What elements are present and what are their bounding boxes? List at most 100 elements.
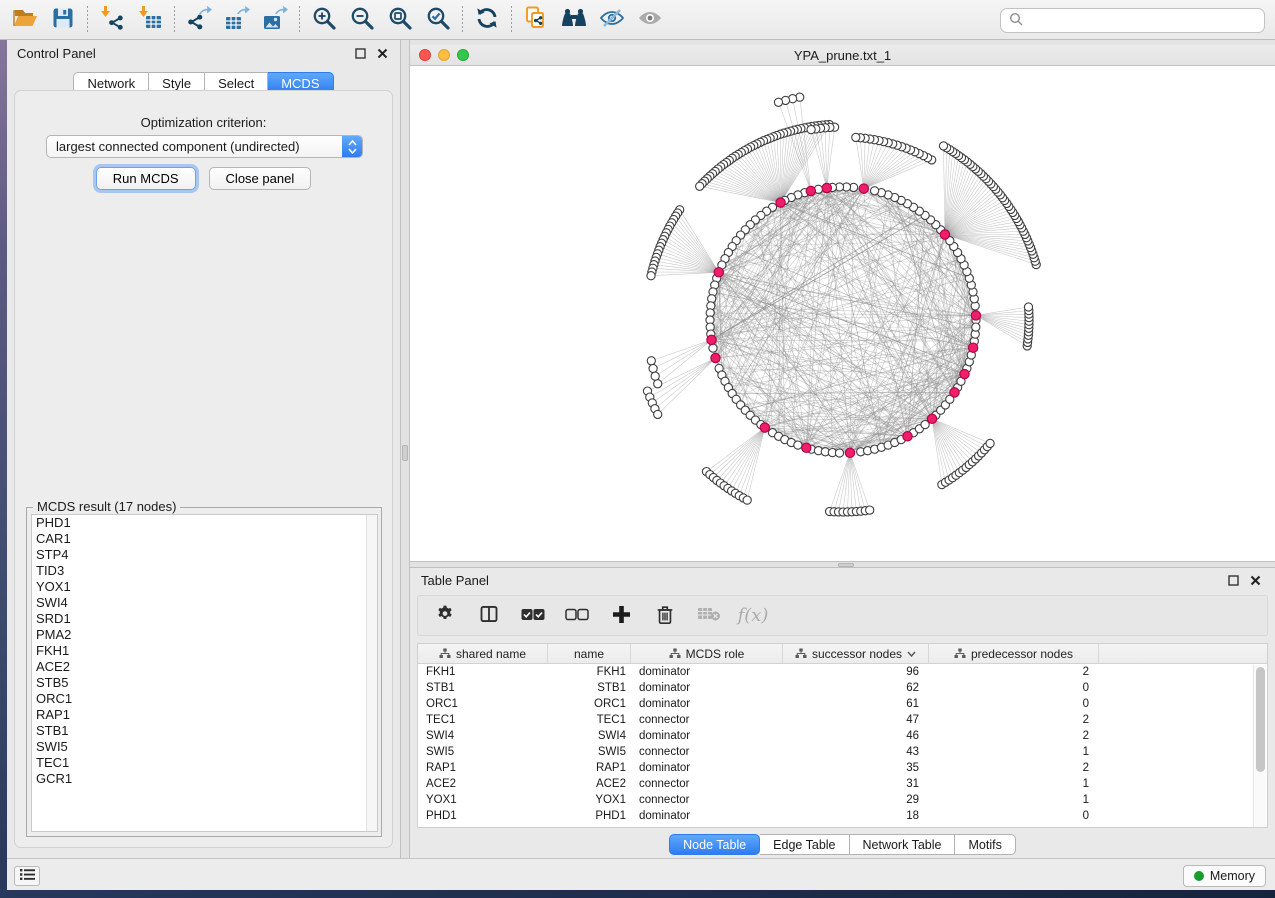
deselect-all-button[interactable] [562, 601, 592, 631]
splitter-grip[interactable] [838, 563, 854, 567]
vertical-splitter[interactable] [400, 40, 410, 858]
tab-node-table[interactable]: Node Table [669, 834, 760, 855]
table-row[interactable]: ORC1ORC1dominator610 [418, 696, 1267, 712]
column-header-successor-nodes[interactable]: successor nodes [783, 644, 929, 663]
dropdown-stepper-icon [342, 136, 362, 157]
network-canvas[interactable] [410, 66, 1275, 561]
table-header-row: shared name name MCDS role successor nod… [418, 644, 1267, 664]
desktop-wallpaper: Control Panel Network Style Select MCDS … [0, 0, 1275, 898]
list-item[interactable]: STB5 [32, 675, 377, 691]
list-item[interactable]: STB1 [32, 723, 377, 739]
select-all-button[interactable] [518, 601, 548, 631]
table-delete-icon [697, 606, 721, 625]
column-header-mcds-role[interactable]: MCDS role [631, 644, 783, 663]
import-network-button[interactable] [93, 4, 131, 36]
list-item[interactable]: FKH1 [32, 643, 377, 659]
export-image-button[interactable] [256, 4, 294, 36]
export-table-button[interactable] [218, 4, 256, 36]
list-item[interactable]: SWI4 [32, 595, 377, 611]
optimization-criterion-dropdown[interactable]: largest connected component (undirected) [46, 135, 363, 158]
table-panel: Table Panel f(x) shared name name [410, 568, 1275, 858]
list-item[interactable]: CAR1 [32, 531, 377, 547]
list-item[interactable]: TEC1 [32, 755, 377, 771]
scrollbar-thumb[interactable] [1256, 667, 1265, 772]
search-field[interactable] [1000, 8, 1265, 33]
close-panel-icon[interactable] [374, 45, 390, 61]
column-header-predecessor-nodes[interactable]: predecessor nodes [929, 644, 1099, 663]
table-panel-title: Table Panel [421, 573, 489, 588]
table-row[interactable]: PHD1PHD1dominator180 [418, 808, 1267, 824]
list-item[interactable]: YOX1 [32, 579, 377, 595]
table-settings-button[interactable] [430, 601, 460, 631]
table-row[interactable]: TEC1TEC1connector472 [418, 712, 1267, 728]
tab-network-table[interactable]: Network Table [850, 834, 956, 855]
list-item[interactable]: ACE2 [32, 659, 377, 675]
hierarchy-icon [439, 648, 451, 660]
list-item[interactable]: SWI5 [32, 739, 377, 755]
table-row[interactable]: RAP1RAP1dominator352 [418, 760, 1267, 776]
list-item[interactable]: TID3 [32, 563, 377, 579]
horizontal-splitter[interactable] [410, 561, 1275, 568]
export-image-icon [262, 5, 288, 34]
splitter-grip[interactable] [402, 445, 408, 461]
zoom-out-button[interactable] [343, 4, 381, 36]
float-panel-icon[interactable] [1225, 573, 1241, 589]
list-item[interactable]: PMA2 [32, 627, 377, 643]
memory-button[interactable]: Memory [1183, 865, 1266, 887]
refresh-view-button[interactable] [468, 4, 506, 36]
memory-label: Memory [1210, 869, 1255, 883]
task-history-button[interactable] [14, 866, 40, 886]
first-neighbors-button[interactable] [555, 4, 593, 36]
maximize-window-button[interactable] [457, 49, 469, 61]
run-mcds-button[interactable]: Run MCDS [96, 167, 196, 190]
export-network-button[interactable] [180, 4, 218, 36]
toolbar-separator [299, 6, 300, 34]
table-row[interactable]: FKH1FKH1dominator962 [418, 664, 1267, 680]
list-item[interactable]: RAP1 [32, 707, 377, 723]
duplicate-network-button[interactable] [517, 4, 555, 36]
list-scrollbar[interactable] [366, 515, 377, 831]
tab-edge-table[interactable]: Edge Table [760, 834, 849, 855]
network-window-title: YPA_prune.txt_1 [410, 48, 1275, 63]
tab-motifs[interactable]: Motifs [955, 834, 1015, 855]
control-panel: Control Panel Network Style Select MCDS … [7, 40, 400, 858]
list-item[interactable]: STP4 [32, 547, 377, 563]
trash-icon [655, 604, 675, 628]
dropdown-selected-value: largest connected component (undirected) [47, 139, 342, 154]
list-item[interactable]: GCR1 [32, 771, 377, 787]
hide-selected-button[interactable] [593, 4, 631, 36]
zoom-in-button[interactable] [305, 4, 343, 36]
list-item[interactable]: SRD1 [32, 611, 377, 627]
network-graph[interactable] [410, 66, 1275, 561]
network-window-titlebar[interactable]: YPA_prune.txt_1 [410, 45, 1275, 66]
table-row[interactable]: SWI5SWI5connector431 [418, 744, 1267, 760]
zoom-selected-button[interactable] [419, 4, 457, 36]
network-window: YPA_prune.txt_1 [410, 40, 1275, 561]
close-panel-icon[interactable] [1247, 573, 1263, 589]
float-panel-icon[interactable] [352, 45, 368, 61]
table-scrollbar[interactable] [1253, 665, 1266, 827]
import-table-button[interactable] [131, 4, 169, 36]
close-panel-button[interactable]: Close panel [209, 167, 312, 190]
save-session-button[interactable] [44, 4, 82, 36]
close-window-button[interactable] [419, 49, 431, 61]
minimize-window-button[interactable] [438, 49, 450, 61]
open-file-button[interactable] [6, 4, 44, 36]
column-header-name[interactable]: name [548, 644, 631, 663]
list-item[interactable]: ORC1 [32, 691, 377, 707]
zoom-fit-button[interactable] [381, 4, 419, 36]
fx-icon: f(x) [738, 605, 769, 626]
table-row[interactable]: ACE2ACE2connector311 [418, 776, 1267, 792]
list-item[interactable]: PHD1 [32, 515, 377, 531]
show-all-button[interactable] [631, 4, 669, 36]
add-column-button[interactable] [606, 601, 636, 631]
search-input[interactable] [1029, 13, 1256, 28]
zoom-selected-icon [425, 5, 451, 34]
delete-column-button[interactable] [650, 601, 680, 631]
show-columns-button[interactable] [474, 601, 504, 631]
table-row[interactable]: SWI4SWI4dominator462 [418, 728, 1267, 744]
table-row[interactable]: STB1STB1dominator620 [418, 680, 1267, 696]
gear-icon [435, 604, 455, 627]
table-row[interactable]: YOX1YOX1connector291 [418, 792, 1267, 808]
column-header-shared-name[interactable]: shared name [418, 644, 548, 663]
